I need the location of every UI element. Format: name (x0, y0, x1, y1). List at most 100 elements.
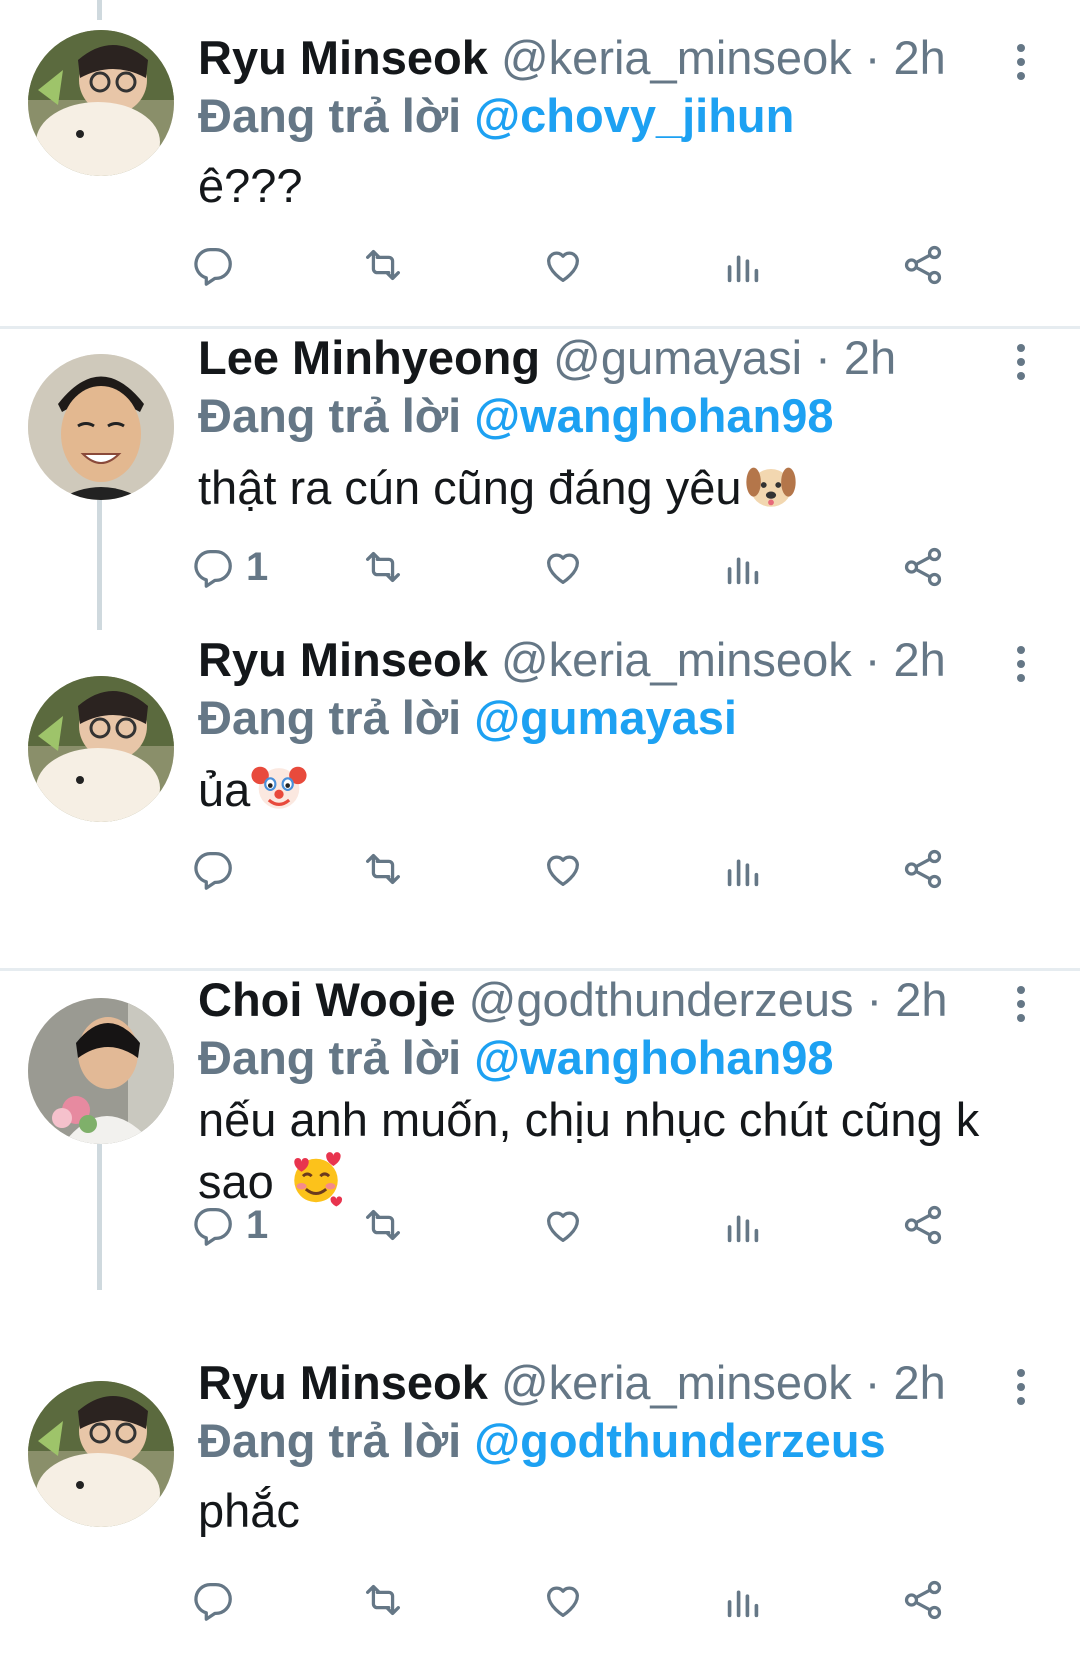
tweet-text-content: ê??? (198, 159, 303, 212)
retweet-button[interactable] (360, 844, 406, 894)
display-name[interactable]: Ryu Minseok (198, 1356, 488, 1409)
username[interactable]: @gumayasi (553, 331, 802, 384)
mention-link[interactable]: @gumayasi (474, 691, 737, 744)
reply-icon (194, 1583, 232, 1621)
mention-link[interactable]: @wanghohan98 (474, 1031, 833, 1084)
analytics-button[interactable] (720, 1575, 766, 1625)
retweet-icon (366, 853, 400, 885)
tweet-header: Ryu Minseok @keria_minseok · 2h (198, 30, 946, 86)
retweet-icon (366, 1209, 400, 1241)
timestamp[interactable]: 2h (893, 633, 945, 686)
retweet-button[interactable] (360, 1200, 406, 1250)
divider (0, 326, 1080, 329)
display-name[interactable]: Choi Wooje (198, 973, 456, 1026)
reply-icon (194, 248, 232, 286)
separator: · (853, 973, 896, 1026)
share-icon (904, 849, 942, 889)
more-options-icon[interactable] (1010, 1367, 1032, 1407)
reply-button[interactable] (190, 1575, 246, 1625)
tweet-text: ủa (198, 758, 1058, 820)
replying-label: Đang trả lời (198, 1414, 462, 1467)
replying-label: Đang trả lời (198, 389, 462, 442)
tweet[interactable]: Ryu Minseok @keria_minseok · 2h Đang trả… (0, 632, 1080, 962)
reply-icon (194, 852, 232, 890)
username[interactable]: @keria_minseok (501, 1356, 852, 1409)
display-name[interactable]: Ryu Minseok (198, 633, 488, 686)
action-bar (194, 844, 1028, 894)
tweet-text: ê??? (198, 156, 1058, 216)
replying-to: Đang trả lời @chovy_jihun (198, 88, 794, 144)
tweet[interactable]: Choi Wooje @godthunderzeus · 2h Đang trả… (0, 972, 1080, 1352)
retweet-icon (366, 551, 400, 583)
share-button[interactable] (900, 1575, 946, 1625)
reply-button[interactable] (190, 240, 246, 290)
avatar[interactable] (28, 676, 174, 822)
share-icon (904, 547, 942, 587)
like-button[interactable] (540, 844, 586, 894)
more-options-icon[interactable] (1010, 984, 1032, 1024)
retweet-button[interactable] (360, 1575, 406, 1625)
tweet[interactable]: Lee Minhyeong @gumayasi · 2h Đang trả lờ… (0, 330, 1080, 640)
analytics-button[interactable] (720, 844, 766, 894)
display-name[interactable]: Lee Minhyeong (198, 331, 540, 384)
username[interactable]: @keria_minseok (501, 633, 852, 686)
like-icon (546, 251, 580, 282)
like-button[interactable] (540, 1200, 586, 1250)
action-bar: 1 (194, 542, 1028, 592)
analytics-button[interactable] (720, 1200, 766, 1250)
timestamp[interactable]: 2h (895, 973, 947, 1026)
tweet-text-content: ủa (198, 763, 251, 816)
tweet[interactable]: Ryu Minseok @keria_minseok · 2h Đang trả… (0, 1355, 1080, 1673)
username[interactable]: @keria_minseok (501, 31, 852, 84)
like-button[interactable] (540, 1575, 586, 1625)
avatar[interactable] (28, 998, 174, 1144)
more-options-icon[interactable] (1010, 42, 1032, 82)
timestamp[interactable]: 2h (893, 1356, 945, 1409)
replying-to: Đang trả lời @wanghohan98 (198, 1030, 834, 1086)
replying-label: Đang trả lời (198, 1031, 462, 1084)
replying-label: Đang trả lời (198, 691, 462, 744)
display-name[interactable]: Ryu Minseok (198, 31, 488, 84)
action-bar (194, 1575, 1028, 1625)
separator: · (851, 633, 894, 686)
like-icon (546, 553, 580, 584)
like-button[interactable] (540, 542, 586, 592)
like-icon (546, 855, 580, 886)
username[interactable]: @godthunderzeus (469, 973, 854, 1026)
reply-button[interactable]: 1 (190, 1200, 268, 1250)
retweet-icon (366, 1584, 400, 1616)
timestamp[interactable]: 2h (893, 31, 945, 84)
analytics-icon (727, 255, 759, 283)
reply-count: 1 (246, 1202, 269, 1247)
tweet-text: phắc (198, 1481, 1058, 1541)
share-icon (904, 245, 942, 285)
analytics-button[interactable] (720, 542, 766, 592)
more-options-icon[interactable] (1010, 644, 1032, 684)
tweet-text: thật ra cún cũng đáng yêu (198, 456, 1058, 518)
separator: · (802, 331, 844, 384)
avatar[interactable] (28, 1381, 174, 1527)
analytics-button[interactable] (720, 240, 766, 290)
replying-to: Đang trả lời @wanghohan98 (198, 388, 834, 444)
tweet[interactable]: Ryu Minseok @keria_minseok · 2h Đang trả… (0, 0, 1080, 320)
timestamp[interactable]: 2h (844, 331, 896, 384)
share-button[interactable] (900, 542, 946, 592)
reply-button[interactable] (190, 844, 246, 894)
mention-link[interactable]: @wanghohan98 (474, 389, 833, 442)
avatar[interactable] (28, 30, 174, 176)
tweet-header: Ryu Minseok @keria_minseok · 2h (198, 632, 946, 688)
share-button[interactable] (900, 844, 946, 894)
reply-count: 1 (246, 544, 269, 589)
more-options-icon[interactable] (1010, 342, 1032, 382)
retweet-button[interactable] (360, 542, 406, 592)
share-button[interactable] (900, 240, 946, 290)
retweet-button[interactable] (360, 240, 406, 290)
reply-icon (194, 1208, 232, 1246)
mention-link[interactable]: @chovy_jihun (474, 89, 794, 142)
share-button[interactable] (900, 1200, 946, 1250)
share-icon (904, 1205, 942, 1245)
reply-button[interactable]: 1 (190, 542, 268, 592)
mention-link[interactable]: @godthunderzeus (474, 1414, 885, 1467)
avatar[interactable] (28, 354, 174, 500)
like-button[interactable] (540, 240, 586, 290)
